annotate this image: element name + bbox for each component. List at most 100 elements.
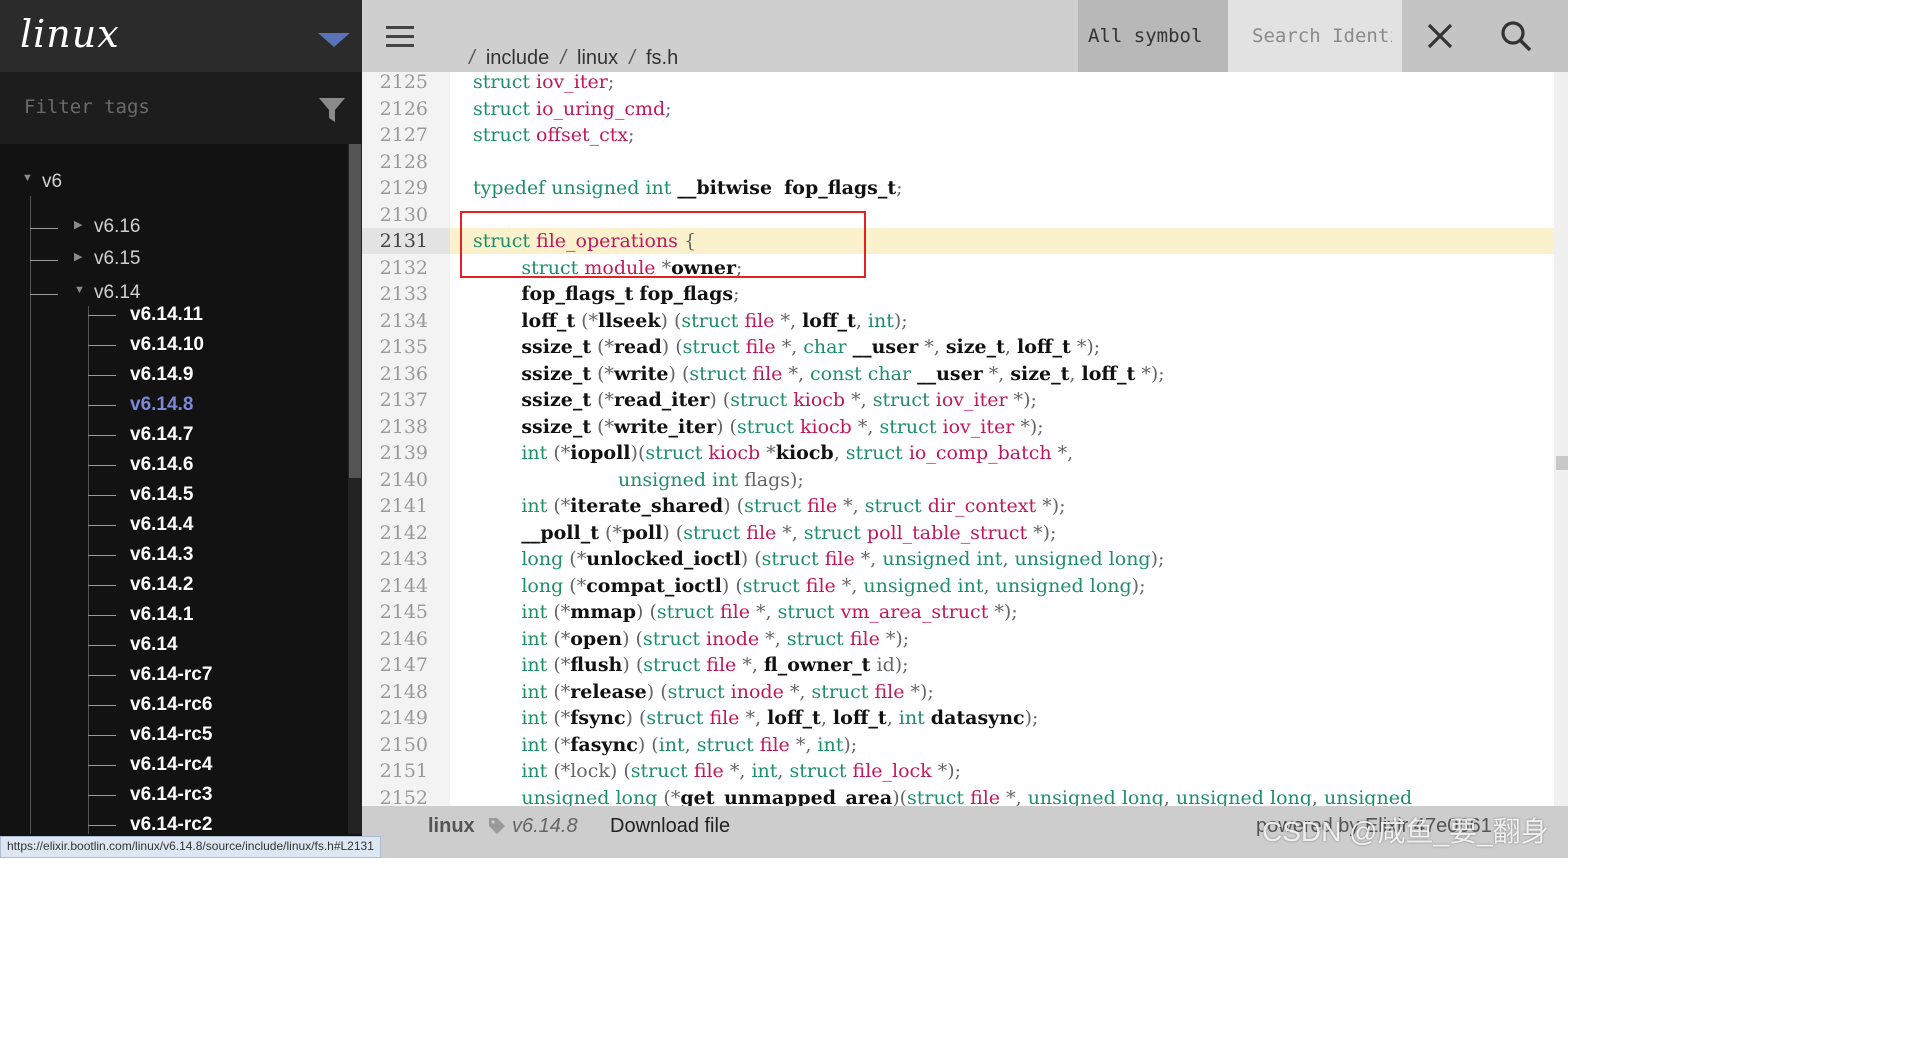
tree-version-v6.14.4[interactable]: v6.14.4 (130, 514, 193, 536)
code-identifier[interactable]: get_unmapped_area (680, 787, 892, 807)
code-identifier[interactable]: mmap (570, 601, 636, 623)
code-type-link[interactable]: offset_ctx (536, 124, 628, 146)
tree-version-v6.14.10[interactable]: v6.14.10 (130, 334, 204, 356)
code-identifier[interactable]: flush (570, 654, 622, 676)
search-button[interactable] (1478, 0, 1554, 72)
tree-version-v6.14.2[interactable]: v6.14.2 (130, 574, 193, 596)
code-identifier[interactable]: unlocked_ioctl (586, 548, 741, 570)
code-type-link[interactable]: file (746, 336, 776, 358)
code-type-link[interactable]: file (806, 575, 836, 597)
line-number[interactable]: 2128 (362, 149, 428, 175)
tree-version-v6.14.9[interactable]: v6.14.9 (130, 364, 193, 386)
code-type-link[interactable]: file (694, 760, 724, 782)
line-number[interactable]: 2147 (362, 652, 428, 678)
code-identifier[interactable]: fop_flags (639, 283, 733, 305)
filter-icon[interactable] (318, 96, 346, 124)
line-number[interactable]: 2143 (362, 546, 428, 572)
code-identifier[interactable]: loff_t (767, 707, 821, 729)
tree-version-v6.14.1[interactable]: v6.14.1 (130, 604, 193, 626)
code-type-link[interactable]: file (720, 601, 750, 623)
close-icon[interactable] (1402, 0, 1478, 72)
code-type-link[interactable]: inode (706, 628, 759, 650)
code-identifier[interactable]: write (614, 363, 668, 385)
tree-version-v6.14-rc6[interactable]: v6.14-rc6 (130, 694, 212, 716)
tree-version-v6.14[interactable]: v6.14 (130, 634, 178, 656)
code-type-link[interactable]: io_comp_batch (909, 442, 1052, 464)
code-type-link[interactable]: inode (731, 681, 784, 703)
code-type-link[interactable]: file (970, 787, 1000, 807)
line-number[interactable]: 2129 (362, 175, 428, 201)
code-identifier[interactable]: iopoll (570, 442, 630, 464)
code-identifier[interactable]: open (570, 628, 622, 650)
line-number[interactable]: 2138 (362, 414, 428, 440)
line-number[interactable]: 2136 (362, 361, 428, 387)
code-type-link[interactable]: file (752, 363, 782, 385)
code-identifier[interactable]: poll (622, 522, 662, 544)
code-identifier[interactable]: iterate_shared (570, 495, 723, 517)
code-type-link[interactable]: iov_iter (936, 389, 1008, 411)
code-identifier[interactable]: __bitwise (677, 177, 772, 199)
code-identifier[interactable]: loff_t (1082, 363, 1136, 385)
breadcrumb-linux[interactable]: linux (577, 47, 618, 69)
code-scrollbar-thumb[interactable] (1556, 456, 1568, 470)
chevron-down-icon[interactable] (318, 33, 350, 47)
code-type-link[interactable]: file_lock (853, 760, 932, 782)
code-type-link[interactable]: kiocb (793, 389, 845, 411)
line-number[interactable]: 2132 (362, 255, 428, 281)
line-number[interactable]: 2131 (362, 228, 428, 254)
code-identifier[interactable]: ssize_t (521, 363, 591, 385)
code-identifier[interactable]: ssize_t (521, 416, 591, 438)
code-identifier[interactable]: release (570, 681, 647, 703)
code-type-link[interactable]: file (807, 495, 837, 517)
code-identifier[interactable]: llseek (598, 310, 660, 332)
code-type-link[interactable]: file (825, 548, 855, 570)
code-identifier[interactable]: size_t (1010, 363, 1069, 385)
code-type-link[interactable]: file (760, 734, 790, 756)
tree-group-v6.14[interactable]: v6.14 (94, 282, 140, 304)
code-identifier[interactable]: fl_owner_t (764, 654, 871, 676)
search-placeholder[interactable]: Search Identifier (1252, 25, 1392, 47)
tree-group-v6.15[interactable]: v6.15 (94, 248, 140, 270)
line-number[interactable]: 2135 (362, 334, 428, 360)
tree-major-label[interactable]: v6 (42, 171, 62, 193)
tree-version-v6.14-rc4[interactable]: v6.14-rc4 (130, 754, 212, 776)
code-identifier[interactable]: __poll_t (521, 522, 599, 544)
code-type-link[interactable]: iov_iter (536, 72, 608, 93)
code-identifier[interactable]: read_iter (614, 389, 709, 411)
code-identifier[interactable]: fsync (570, 707, 625, 729)
download-file-link[interactable]: Download file (610, 815, 730, 838)
code-type-link[interactable]: file (850, 628, 880, 650)
code-identifier[interactable]: fop_flags_t (784, 177, 896, 199)
tree-caret-icon[interactable]: ▼ (74, 284, 85, 296)
line-number[interactable]: 2144 (362, 573, 428, 599)
code-identifier[interactable]: loff_t (802, 310, 856, 332)
line-number[interactable]: 2146 (362, 626, 428, 652)
code-type-link[interactable]: poll_table_struct (867, 522, 1027, 544)
line-number[interactable]: 2151 (362, 758, 428, 784)
code-type-link[interactable]: kiocb (708, 442, 760, 464)
code-identifier[interactable]: ssize_t (521, 389, 591, 411)
line-number[interactable]: 2130 (362, 202, 428, 228)
filter-tags-input[interactable]: Filter tags (24, 96, 150, 118)
code-type-link[interactable]: vm_area_struct (841, 601, 989, 623)
tree-group-v6.16[interactable]: v6.16 (94, 216, 140, 238)
breadcrumb-file[interactable]: fs.h (646, 47, 678, 69)
tree-caret-icon[interactable]: ▶ (74, 250, 82, 263)
code-identifier[interactable]: kiocb (776, 442, 834, 464)
project-name[interactable]: linux (20, 12, 120, 56)
breadcrumb-root[interactable]: / (469, 47, 475, 69)
code-type-link[interactable]: file (746, 522, 776, 544)
code-type-link[interactable]: file (709, 707, 739, 729)
tree-version-v6.14-rc5[interactable]: v6.14-rc5 (130, 724, 212, 746)
tree-version-v6.14-rc2[interactable]: v6.14-rc2 (130, 814, 212, 834)
code-identifier[interactable]: __user (917, 363, 983, 385)
tree-version-v6.14-rc3[interactable]: v6.14-rc3 (130, 784, 212, 806)
line-number[interactable]: 2127 (362, 122, 428, 148)
tree-version-v6.14.3[interactable]: v6.14.3 (130, 544, 193, 566)
symbol-type-label[interactable]: All symbol (1088, 25, 1202, 47)
code-type-link[interactable]: kiocb (800, 416, 852, 438)
tree-version-v6.14-rc7[interactable]: v6.14-rc7 (130, 664, 212, 686)
line-number[interactable]: 2134 (362, 308, 428, 334)
tree-caret-icon[interactable]: ▶ (74, 218, 82, 231)
code-identifier[interactable]: read (614, 336, 662, 358)
